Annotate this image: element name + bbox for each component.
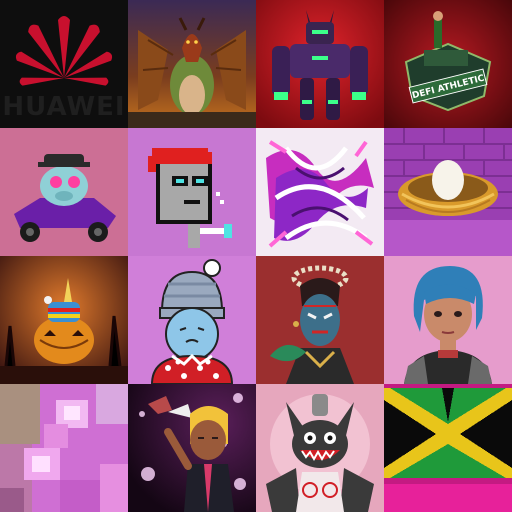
tile-anime-girl-art[interactable] [384, 256, 512, 384]
pixel-blur-icon [0, 384, 128, 512]
tile-kart-pig-art[interactable] [0, 128, 128, 256]
tile-huawei-logo[interactable]: HUAWEI [0, 0, 128, 128]
tile-bat-monster-art[interactable] [256, 384, 384, 512]
brand-text: HUAWEI [2, 92, 126, 122]
space-kid-icon [128, 384, 256, 512]
tile-abstract-swirl-art[interactable] [256, 128, 384, 256]
robot-icon [256, 0, 384, 128]
egg-nest-icon [384, 128, 512, 256]
tile-robot-mech-art[interactable] [256, 0, 384, 128]
tile-dragon-art[interactable] [128, 0, 256, 128]
tile-pixel-blur-art[interactable] [0, 384, 128, 512]
tile-jamaica-flag-pixel-art[interactable] [384, 384, 512, 512]
masked-figure-icon [256, 256, 384, 384]
tile-defi-athletic-badge[interactable]: DEFI ATHLETIC [384, 0, 512, 128]
beanie-cat-icon [128, 256, 256, 384]
kart-icon [0, 128, 128, 256]
tile-space-kid-art[interactable] [128, 384, 256, 512]
tile-beanie-cat-art[interactable] [128, 256, 256, 384]
bat-monster-icon [256, 384, 384, 512]
swirl-icon [256, 128, 384, 256]
pumpkin-icon [0, 256, 128, 384]
tile-pumpkin-unicorn-art[interactable] [0, 256, 128, 384]
tile-masked-figure-art[interactable] [256, 256, 384, 384]
tile-egg-nest-art[interactable] [384, 128, 512, 256]
jamaica-flag-icon [384, 384, 512, 512]
dragon-icon [128, 0, 256, 128]
nft-grid: HUAWEI DEFI ATHLETIC [0, 0, 512, 512]
badge-icon: DEFI ATHLETIC [384, 0, 512, 128]
anime-girl-icon [384, 256, 512, 384]
pixel-punk-icon [128, 128, 256, 256]
tile-pixel-punk-art[interactable] [128, 128, 256, 256]
